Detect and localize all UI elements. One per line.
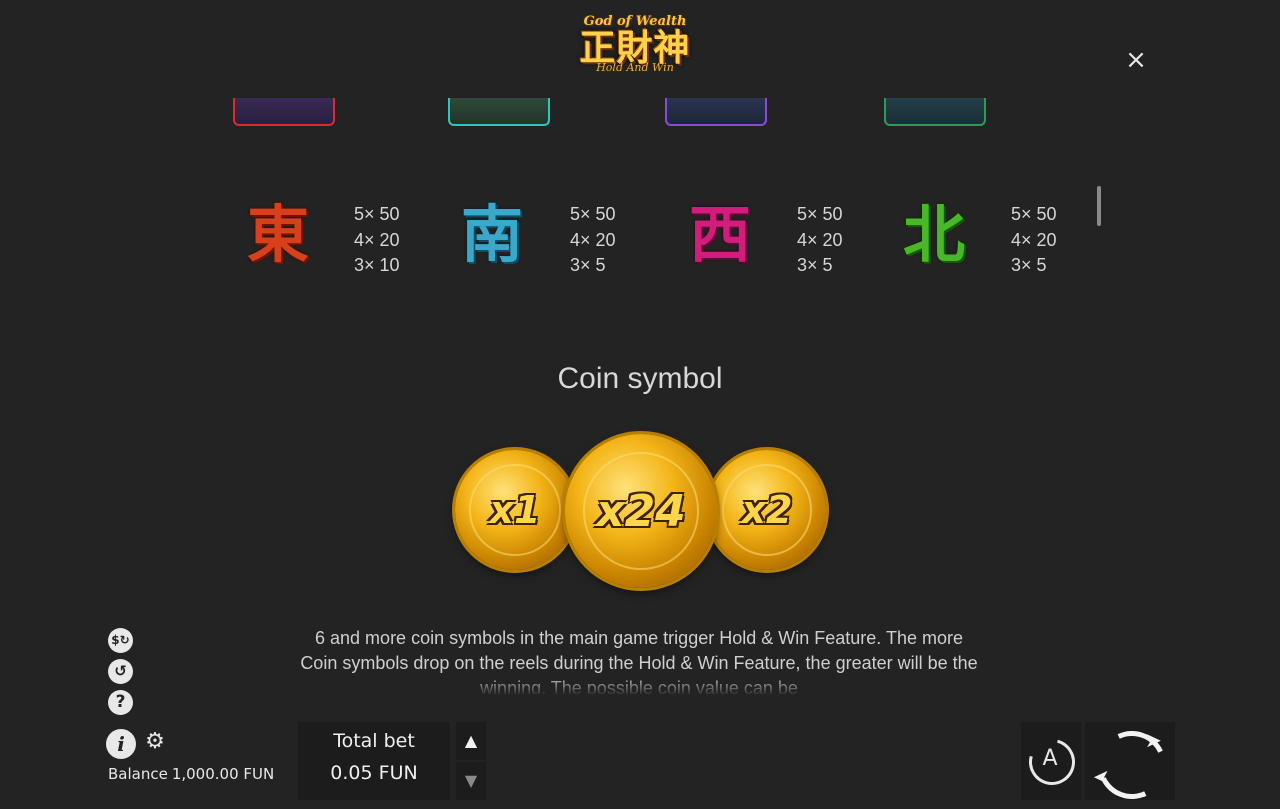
payout-line: 3× 5 — [1011, 255, 1047, 275]
payout-line: 5× 50 — [797, 204, 843, 224]
settings-icon[interactable]: ⚙ — [144, 731, 166, 753]
total-bet-panel: Total bet 0.05 FUN — [298, 722, 450, 800]
coin-multiplier: x2 — [741, 488, 793, 532]
payout-line: 5× 50 — [354, 204, 400, 224]
west-payouts: 5× 50 4× 20 3× 5 — [797, 202, 867, 279]
history-icon[interactable]: ↺ — [108, 659, 133, 684]
autoplay-button[interactable]: A — [1020, 722, 1084, 800]
west-symbol: 西 — [688, 198, 751, 271]
coin-symbol-x24: x24 — [565, 434, 717, 588]
balance-display: Balance 1,000.00 FUN — [108, 765, 274, 783]
bet-decrease-button[interactable]: ▼ — [456, 762, 486, 800]
coin-symbol-x1: x1 — [455, 450, 575, 570]
balance-value: 1,000.00 FUN — [171, 765, 275, 783]
total-bet-value: 0.05 FUN — [330, 762, 418, 784]
south-symbol: 南 — [460, 198, 523, 271]
coin-multiplier: x24 — [596, 485, 686, 537]
total-bet-label: Total bet — [333, 730, 415, 752]
symbol-thumbnail — [448, 98, 550, 126]
spin-arrow-icon: ➤ — [1093, 766, 1110, 790]
coin-multiplier: x1 — [489, 488, 541, 532]
payout-line: 4× 20 — [570, 229, 616, 250]
scrollbar-thumb[interactable] — [1097, 186, 1101, 226]
payout-line: 4× 20 — [1011, 229, 1057, 250]
payout-line: 5× 50 — [570, 204, 616, 224]
north-payouts: 5× 50 4× 20 3× 5 — [1011, 202, 1081, 279]
payout-line: 5× 50 — [1011, 204, 1057, 224]
gamble-icon[interactable]: $↻ — [108, 628, 133, 653]
north-symbol: 北 — [902, 198, 965, 271]
spin-icon — [1088, 721, 1176, 809]
bet-increase-button[interactable]: ▲ — [456, 722, 486, 760]
symbol-thumbnail — [665, 98, 767, 126]
symbol-thumbnail — [884, 98, 986, 126]
info-icon[interactable]: i — [106, 729, 136, 759]
coin-section-title: Coin symbol — [557, 362, 723, 395]
payout-line: 4× 20 — [354, 229, 400, 250]
payout-line: 4× 20 — [797, 229, 843, 250]
balance-label: Balance — [108, 765, 168, 783]
coin-symbol-x2: x2 — [708, 450, 826, 570]
east-symbol: 東 — [246, 198, 309, 271]
east-payouts: 5× 50 4× 20 3× 10 — [354, 202, 424, 279]
payout-line: 3× 10 — [354, 255, 400, 275]
spin-button[interactable]: ➤ ➤ — [1085, 721, 1176, 809]
game-logo: God of Wealth 正財神 Hold And Win — [560, 14, 710, 98]
payout-line: 3× 5 — [797, 255, 833, 275]
text-fade — [300, 676, 978, 696]
symbol-thumbnail — [233, 98, 335, 126]
payout-line: 3× 5 — [570, 255, 606, 275]
autoplay-letter: A — [1042, 746, 1058, 771]
help-icon[interactable]: ? — [108, 690, 133, 715]
spin-arrow-icon: ➤ — [1145, 728, 1162, 752]
close-icon[interactable]: × — [1122, 46, 1150, 74]
south-payouts: 5× 50 4× 20 3× 5 — [570, 202, 640, 279]
